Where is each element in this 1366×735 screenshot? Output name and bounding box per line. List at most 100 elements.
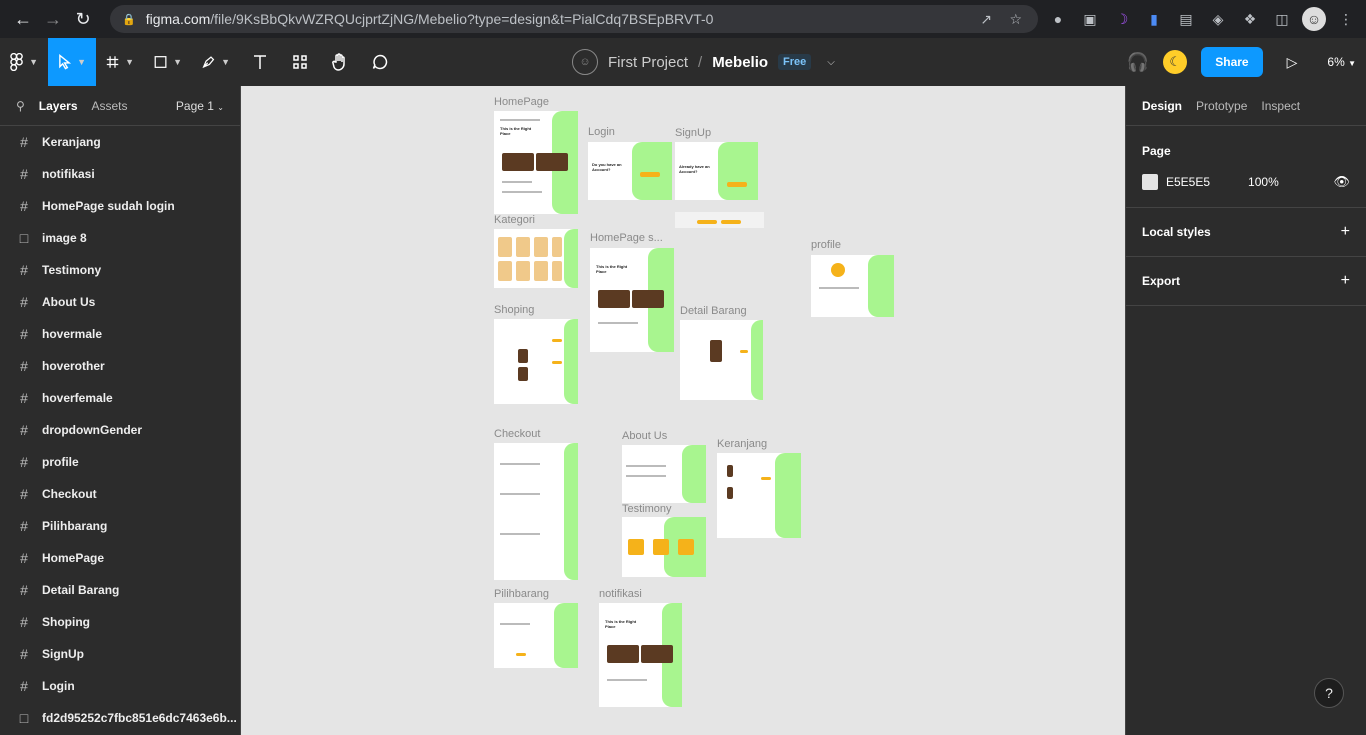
frame-keranjang[interactable] <box>717 453 801 538</box>
layer-item[interactable]: # hoverfemale <box>0 382 240 414</box>
frame-label-signup[interactable]: SignUp <box>675 127 711 139</box>
chevron-down-icon[interactable]: ⌵ <box>827 57 835 68</box>
frame-notifikasi[interactable]: This is the Right Place <box>599 603 682 707</box>
frame-label-about-us[interactable]: About Us <box>622 430 667 442</box>
frame-label-checkout[interactable]: Checkout <box>494 428 540 440</box>
extensions-puzzle-icon[interactable]: ❖ <box>1238 7 1262 31</box>
layer-item[interactable]: # Testimony <box>0 254 240 286</box>
layer-item[interactable]: # About Us <box>0 286 240 318</box>
file-name[interactable]: Mebelio <box>712 54 768 71</box>
layer-item[interactable]: # HomePage <box>0 542 240 574</box>
extension-docs-icon[interactable]: ▮ <box>1142 7 1166 31</box>
browser-menu-icon[interactable]: ⋮ <box>1334 7 1358 31</box>
frame-label-kategori[interactable]: Kategori <box>494 214 535 226</box>
frame-signup[interactable]: Already have an Account? <box>675 142 758 200</box>
frame-testimony[interactable] <box>622 517 706 577</box>
layer-item[interactable]: # Login <box>0 670 240 702</box>
frame-label-homepage-sudah-login[interactable]: HomePage s... <box>590 232 663 244</box>
page-selector[interactable]: Page 1 ⌄ <box>176 99 224 113</box>
frame-detail-barang[interactable] <box>680 320 763 400</box>
layer-item[interactable]: # HomePage sudah login <box>0 190 240 222</box>
layer-name: dropdownGender <box>42 423 142 437</box>
pen-tool-button[interactable]: ▼ <box>192 38 240 86</box>
shape-tool-button[interactable]: ▼ <box>144 38 192 86</box>
tab-layers[interactable]: Layers <box>39 99 78 113</box>
layer-item[interactable]: # dropdownGender <box>0 414 240 446</box>
tab-inspect[interactable]: Inspect <box>1261 99 1300 113</box>
eye-visibility-icon[interactable]: 👁 <box>1333 174 1350 190</box>
zoom-level[interactable]: 6% ▼ <box>1327 55 1356 69</box>
frame-checkout[interactable] <box>494 443 578 580</box>
add-style-plus-icon[interactable]: + <box>1341 223 1350 241</box>
frame-label-notifikasi[interactable]: notifikasi <box>599 588 642 600</box>
headphones-icon[interactable]: 🎧 <box>1127 52 1149 73</box>
add-export-plus-icon[interactable]: + <box>1341 272 1350 290</box>
profile-avatar-icon[interactable]: ☺ <box>1302 7 1326 31</box>
present-play-icon[interactable]: ▷ <box>1287 54 1298 71</box>
frame-tool-button[interactable]: ▼ <box>96 38 144 86</box>
frame-label-testimony[interactable]: Testimony <box>622 503 672 515</box>
frame-label-detail-barang[interactable]: Detail Barang <box>680 305 747 317</box>
reload-icon[interactable]: ↻ <box>68 4 98 34</box>
frame-label-shoping[interactable]: Shoping <box>494 304 534 316</box>
frame-shoping[interactable] <box>494 319 578 404</box>
layer-item[interactable]: # Keranjang <box>0 126 240 158</box>
layer-item[interactable]: □ image 8 <box>0 222 240 254</box>
move-tool-button[interactable]: ▼ <box>48 38 96 86</box>
frame-label-profile[interactable]: profile <box>811 239 841 251</box>
back-icon[interactable]: ← <box>8 4 38 34</box>
main-menu-button[interactable]: ▼ <box>0 38 48 86</box>
layer-item[interactable]: # Shoping <box>0 606 240 638</box>
frame-homepage[interactable]: This is the Right Place <box>494 111 578 214</box>
resources-button[interactable] <box>280 38 320 86</box>
text-tool-button[interactable] <box>240 38 280 86</box>
comment-tool-button[interactable] <box>360 38 400 86</box>
layer-item[interactable]: # Detail Barang <box>0 574 240 606</box>
page-color-swatch[interactable] <box>1142 173 1158 190</box>
tab-assets[interactable]: Assets <box>92 99 128 113</box>
frame-login[interactable]: Do you have an Account? <box>588 142 672 200</box>
hand-tool-button[interactable] <box>320 38 360 86</box>
extension-camera-icon[interactable]: ▣ <box>1078 7 1102 31</box>
layer-item[interactable]: # hoverother <box>0 350 240 382</box>
tab-design[interactable]: Design <box>1142 99 1182 113</box>
layer-item[interactable]: # notifikasi <box>0 158 240 190</box>
team-avatar-icon[interactable]: ☺ <box>572 49 598 75</box>
search-layers-icon[interactable]: ⚲ <box>16 99 25 113</box>
layer-item[interactable]: # Pilihbarang <box>0 510 240 542</box>
forward-icon[interactable]: → <box>38 4 68 34</box>
extension-leaf-icon[interactable]: ◈ <box>1206 7 1230 31</box>
frame-about-us[interactable] <box>622 445 706 503</box>
frame-pilihbarang[interactable] <box>494 603 578 668</box>
share-button[interactable]: Share <box>1201 47 1263 77</box>
plan-badge[interactable]: Free <box>778 54 812 70</box>
layer-item[interactable]: □ fd2d95252c7fbc851e6dc7463e6b... <box>0 702 240 734</box>
tab-prototype[interactable]: Prototype <box>1196 99 1247 113</box>
page-color-value[interactable]: E5E5E5 <box>1166 175 1210 189</box>
address-bar[interactable]: 🔒 figma.com/file/9KsBbQkvWZRQUcjprtZjNG/… <box>110 5 1038 33</box>
design-canvas[interactable]: HomePage This is the Right Place Login D… <box>241 86 1125 735</box>
frame-label-keranjang[interactable]: Keranjang <box>717 438 767 450</box>
extension-moon-icon[interactable]: ☽ <box>1110 7 1134 31</box>
layer-item[interactable]: # profile <box>0 446 240 478</box>
layer-item[interactable]: # hovermale <box>0 318 240 350</box>
extension-window-icon[interactable]: ▤ <box>1174 7 1198 31</box>
layer-item[interactable]: # SignUp <box>0 638 240 670</box>
layer-item[interactable]: # Checkout <box>0 478 240 510</box>
help-button[interactable]: ? <box>1314 678 1344 708</box>
user-avatar[interactable]: ☾ <box>1163 50 1188 74</box>
side-panel-icon[interactable]: ◫ <box>1270 7 1294 31</box>
share-page-icon[interactable]: ↗ <box>980 11 992 28</box>
frame-kategori[interactable] <box>494 229 578 288</box>
frame-label-pilihbarang[interactable]: Pilihbarang <box>494 588 549 600</box>
project-name[interactable]: First Project <box>608 54 688 71</box>
extension-bulb-icon[interactable]: ● <box>1046 7 1070 31</box>
bookmark-star-icon[interactable]: ☆ <box>1009 11 1022 28</box>
frame-hover-variants[interactable] <box>675 212 764 228</box>
frame-profile[interactable] <box>811 255 894 317</box>
frame-homepage-sudah-login[interactable]: This is the Right Place <box>590 248 674 352</box>
frame-content <box>500 623 530 625</box>
page-opacity-value[interactable]: 100% <box>1248 175 1279 189</box>
frame-label-login[interactable]: Login <box>588 126 615 138</box>
frame-label-homepage[interactable]: HomePage <box>494 96 549 108</box>
